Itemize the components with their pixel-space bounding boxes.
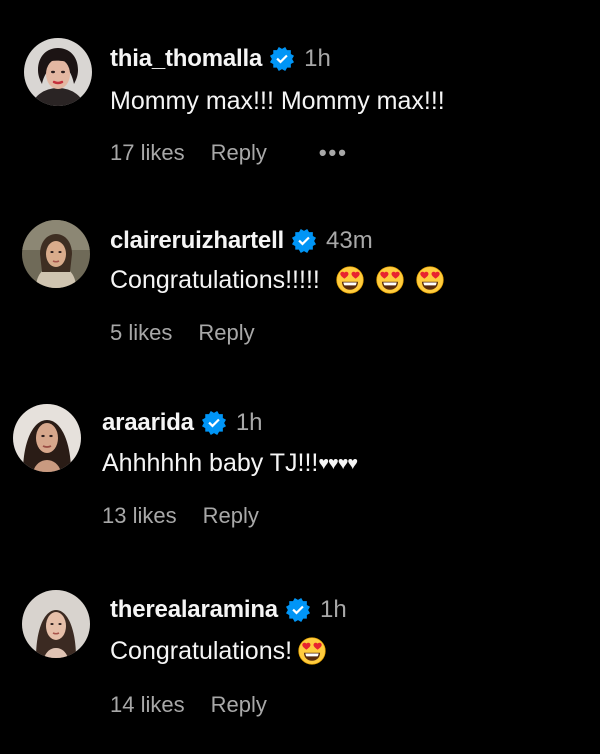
comment-meta: 5 likes Reply: [110, 318, 255, 348]
comment-thia-thomalla: thia_thomalla 1h Mommy max!!! Mommy max!…: [0, 0, 600, 190]
timestamp: 1h: [235, 409, 263, 436]
timestamp: 1h: [304, 45, 331, 72]
heart-eyes-emoji-icon: [376, 266, 404, 294]
comment-meta: 17 likes Reply •••: [110, 138, 348, 168]
hearts-text: ♥♥♥♥: [318, 452, 358, 473]
comment-text: Congratulations!!!!!: [110, 263, 444, 297]
verified-badge-icon: [270, 47, 294, 71]
comment-header: araarida 1h: [102, 407, 263, 439]
comment-text: Mommy max!!! Mommy max!!!: [110, 84, 445, 118]
reply-button[interactable]: Reply: [203, 503, 259, 529]
reply-button[interactable]: Reply: [198, 320, 254, 346]
comment-body: Congratulations!!!!!: [110, 265, 320, 294]
timestamp: 43m: [326, 227, 373, 254]
comment-araarida: araarida 1h Ahhhhhh baby TJ!!! ♥♥♥♥ 13 l…: [0, 380, 600, 570]
likes-count[interactable]: 5 likes: [110, 320, 172, 346]
reply-button[interactable]: Reply: [211, 140, 267, 166]
heart-eyes-emoji-icon: [416, 266, 444, 294]
comment-meta: 14 likes Reply: [110, 690, 267, 720]
heart-eyes-emoji-icon: [298, 637, 326, 665]
likes-count[interactable]: 17 likes: [110, 140, 185, 166]
likes-count[interactable]: 14 likes: [110, 692, 185, 718]
timestamp: 1h: [319, 596, 347, 623]
comment-header: therealaramina 1h: [110, 594, 347, 626]
heart-eyes-emoji-icon: [336, 266, 364, 294]
avatar[interactable]: [22, 220, 90, 288]
username[interactable]: claireruizhartell: [110, 227, 284, 255]
likes-count[interactable]: 13 likes: [102, 503, 177, 529]
comment-body: Ahhhhhh baby TJ!!!: [102, 448, 319, 477]
username[interactable]: therealaramina: [110, 596, 278, 624]
comment-text: Ahhhhhh baby TJ!!! ♥♥♥♥: [102, 446, 358, 480]
comment-claireruizhartell: claireruizhartell 43m Congratulations!!!…: [0, 190, 600, 380]
avatar[interactable]: [22, 590, 90, 658]
verified-badge-icon: [292, 229, 316, 253]
comment-header: thia_thomalla 1h: [110, 43, 331, 75]
username[interactable]: thia_thomalla: [110, 45, 262, 73]
comment-body: Congratulations!: [110, 636, 293, 665]
comment-therealaramina: therealaramina 1h Congratulations! 14 li…: [0, 570, 600, 754]
username[interactable]: araarida: [102, 409, 194, 437]
more-options-icon[interactable]: •••: [319, 140, 348, 166]
comment-header: claireruizhartell 43m: [110, 225, 373, 257]
verified-badge-icon: [202, 411, 226, 435]
verified-badge-icon: [286, 598, 310, 622]
reply-button[interactable]: Reply: [211, 692, 267, 718]
comment-text: Congratulations!: [110, 634, 326, 668]
avatar[interactable]: [13, 404, 81, 472]
avatar[interactable]: [24, 38, 92, 106]
comment-meta: 13 likes Reply: [102, 501, 259, 531]
comment-body: Mommy max!!! Mommy max!!!: [110, 86, 445, 115]
